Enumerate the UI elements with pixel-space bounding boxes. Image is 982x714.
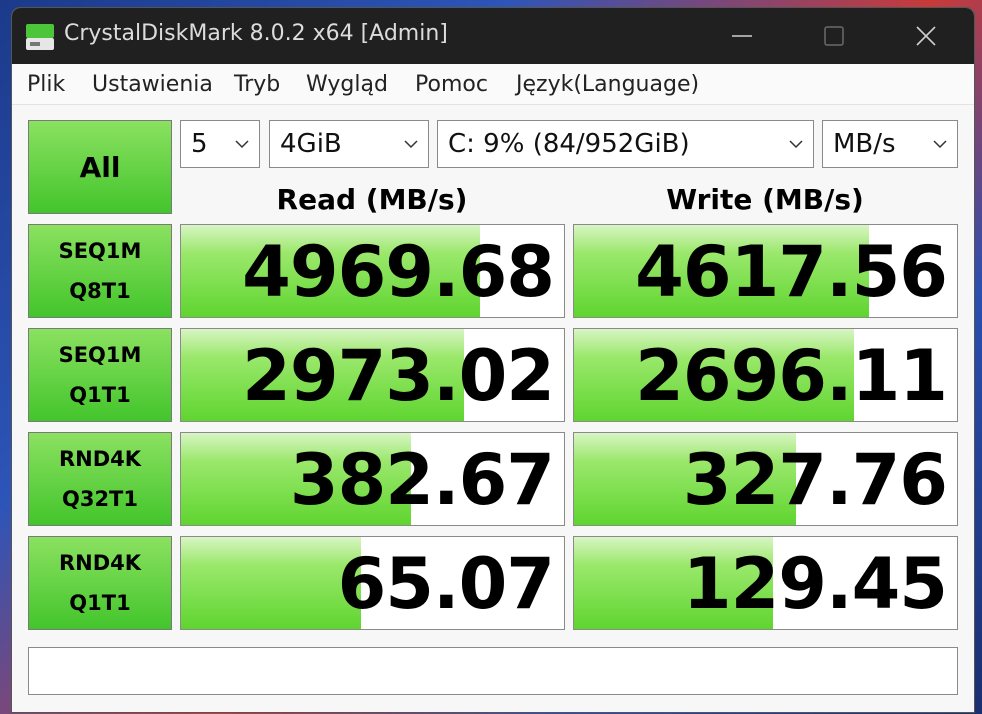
test-params: Q1T1 bbox=[69, 591, 131, 615]
test-params: Q1T1 bbox=[69, 383, 131, 407]
comment-field[interactable] bbox=[28, 647, 958, 695]
maximize-icon bbox=[824, 26, 844, 46]
app-window: CrystalDiskMark 8.0.2 x64 [Admin] Plik U… bbox=[12, 8, 974, 712]
write-result-cell: 2696.11 bbox=[573, 328, 958, 422]
minimize-button[interactable] bbox=[722, 16, 762, 56]
menu-wyglad[interactable]: Wygląd bbox=[306, 72, 388, 97]
write-header: Write (MB/s) bbox=[666, 183, 864, 216]
read-value: 382.67 bbox=[289, 439, 555, 521]
read-result-cell: 2973.02 bbox=[180, 328, 565, 422]
drive-value: C: 9% (84/952GiB) bbox=[448, 129, 690, 159]
read-result-cell: 382.67 bbox=[180, 432, 565, 526]
test-button-seq1m-q1t1[interactable]: SEQ1M Q1T1 bbox=[28, 328, 172, 422]
title-bar[interactable]: CrystalDiskMark 8.0.2 x64 [Admin] bbox=[12, 8, 974, 64]
test-count-select[interactable]: 5 bbox=[180, 120, 260, 168]
close-icon bbox=[916, 26, 936, 46]
write-result-cell: 129.45 bbox=[573, 536, 958, 630]
test-button-rnd4k-q32t1[interactable]: RND4K Q32T1 bbox=[28, 432, 172, 526]
chevron-down-icon bbox=[404, 140, 418, 149]
write-value: 129.45 bbox=[682, 543, 948, 625]
test-button-rnd4k-q1t1[interactable]: RND4K Q1T1 bbox=[28, 536, 172, 630]
window-title: CrystalDiskMark 8.0.2 x64 [Admin] bbox=[64, 21, 448, 46]
read-value: 65.07 bbox=[337, 543, 555, 625]
write-value: 327.76 bbox=[682, 439, 948, 521]
test-name: SEQ1M bbox=[58, 343, 142, 367]
read-bar bbox=[181, 537, 361, 629]
unit-select[interactable]: MB/s bbox=[822, 120, 958, 168]
main-panel: All 5 4GiB C: 9% (84/952GiB) MB/s Read (… bbox=[12, 105, 974, 712]
test-name: SEQ1M bbox=[58, 239, 142, 263]
read-value: 4969.68 bbox=[242, 231, 555, 313]
test-button-seq1m-q8t1[interactable]: SEQ1M Q8T1 bbox=[28, 224, 172, 318]
minimize-icon bbox=[732, 35, 752, 37]
chevron-down-icon bbox=[789, 140, 803, 149]
chevron-down-icon bbox=[235, 140, 249, 149]
menu-plik[interactable]: Plik bbox=[27, 72, 65, 97]
maximize-button[interactable] bbox=[814, 16, 854, 56]
app-icon bbox=[26, 24, 54, 50]
menu-ustawienia[interactable]: Ustawienia bbox=[92, 72, 213, 97]
test-size-select[interactable]: 4GiB bbox=[269, 120, 429, 168]
read-header: Read (MB/s) bbox=[276, 183, 468, 216]
close-button[interactable] bbox=[906, 16, 946, 56]
menu-language[interactable]: Język(Language) bbox=[516, 72, 699, 97]
menu-bar: Plik Ustawienia Tryb Wygląd Pomoc Język(… bbox=[12, 64, 974, 105]
write-value: 2696.11 bbox=[635, 335, 948, 417]
unit-value: MB/s bbox=[833, 129, 896, 159]
write-result-cell: 327.76 bbox=[573, 432, 958, 526]
test-name: RND4K bbox=[58, 447, 142, 471]
run-all-button[interactable]: All bbox=[28, 120, 172, 214]
test-params: Q32T1 bbox=[61, 487, 138, 511]
test-size-value: 4GiB bbox=[280, 129, 342, 159]
menu-tryb[interactable]: Tryb bbox=[234, 72, 280, 97]
test-name: RND4K bbox=[58, 551, 142, 575]
drive-select[interactable]: C: 9% (84/952GiB) bbox=[437, 120, 814, 168]
test-params: Q8T1 bbox=[69, 279, 131, 303]
chevron-down-icon bbox=[933, 140, 947, 149]
write-value: 4617.56 bbox=[635, 231, 948, 313]
menu-pomoc[interactable]: Pomoc bbox=[415, 72, 488, 97]
test-count-value: 5 bbox=[191, 129, 208, 159]
read-value: 2973.02 bbox=[242, 335, 555, 417]
write-result-cell: 4617.56 bbox=[573, 224, 958, 318]
read-result-cell: 65.07 bbox=[180, 536, 565, 630]
read-result-cell: 4969.68 bbox=[180, 224, 565, 318]
